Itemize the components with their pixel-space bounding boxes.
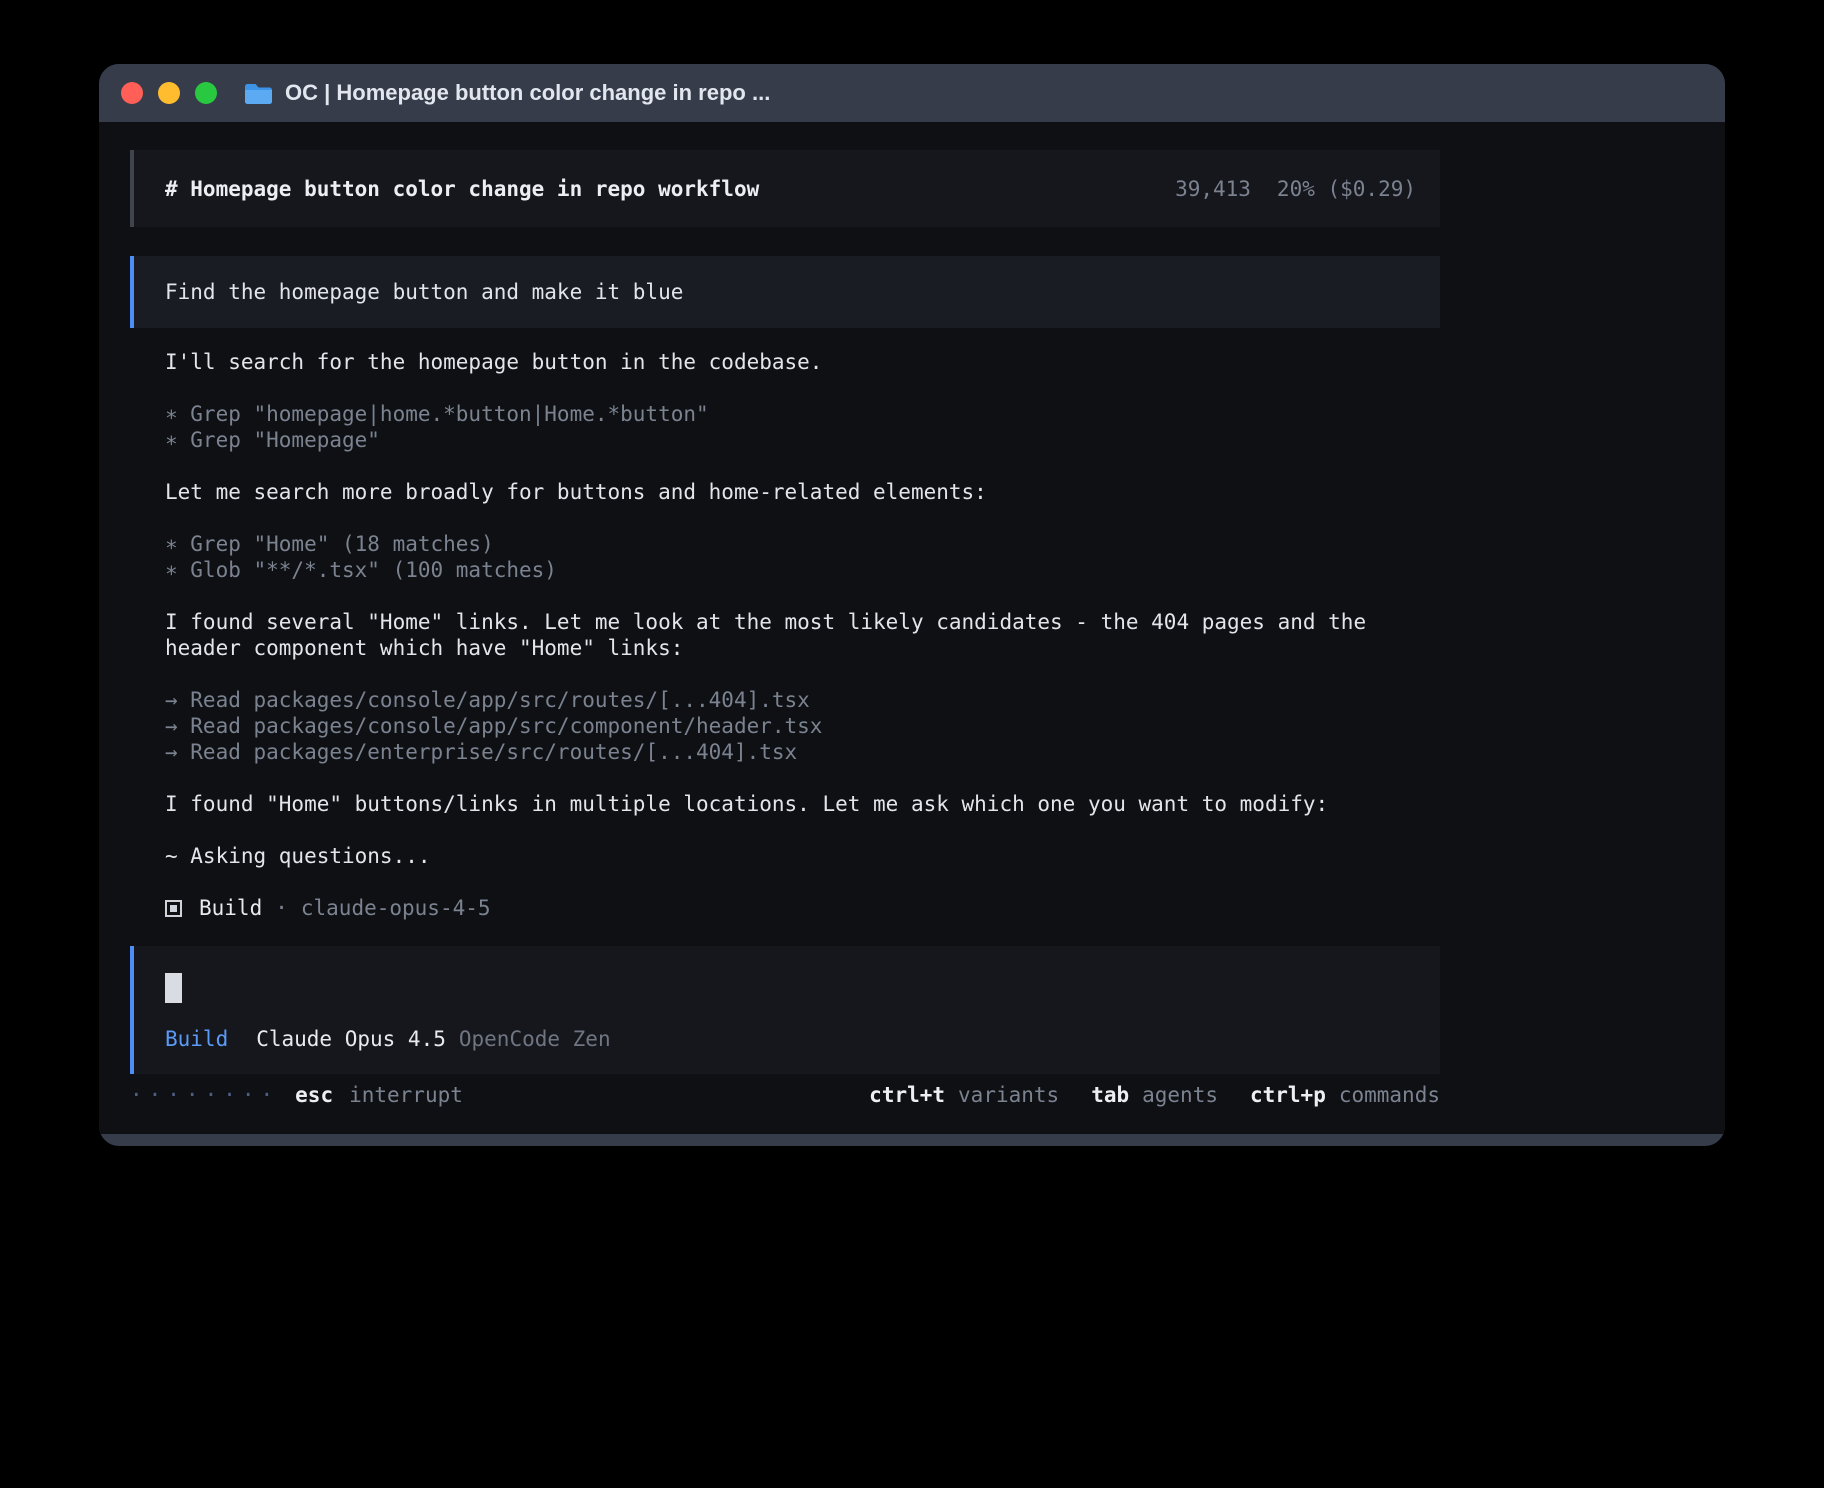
user-message: Find the homepage button and make it blu…: [130, 256, 1440, 328]
tool-call-grep: ∗ Grep "Home" (18 matches): [165, 531, 1440, 557]
assistant-transcript: I'll search for the homepage button in t…: [130, 328, 1440, 946]
model-label: Claude Opus 4.5: [256, 1026, 446, 1052]
status-bar-left: ········ esc interrupt: [130, 1082, 463, 1108]
tool-call-group: → Read packages/console/app/src/routes/[…: [165, 687, 1440, 765]
context-cost: 20% ($0.29): [1277, 176, 1416, 202]
tool-call-read: → Read packages/enterprise/src/routes/[.…: [165, 739, 1440, 765]
close-button[interactable]: [121, 82, 143, 104]
terminal-content[interactable]: # Homepage button color change in repo w…: [99, 122, 1725, 1134]
spinner-dots: ········: [130, 1082, 279, 1108]
token-count: 39,413: [1175, 176, 1251, 202]
minimize-button[interactable]: [158, 82, 180, 104]
agent-name: Build: [199, 895, 262, 921]
text-cursor: [165, 973, 182, 1003]
assistant-paragraph: I'll search for the homepage button in t…: [165, 349, 1425, 375]
esc-hint: interrupt: [349, 1082, 463, 1108]
shortcut-key: tab: [1091, 1082, 1129, 1108]
user-message-text: Find the homepage button and make it blu…: [165, 279, 683, 305]
window-title: OC | Homepage button color change in rep…: [285, 80, 770, 106]
tool-call-read: → Read packages/console/app/src/routes/[…: [165, 687, 1440, 713]
separator-dot: ·: [275, 895, 288, 921]
assistant-paragraph: I found "Home" buttons/links in multiple…: [165, 791, 1425, 817]
shortcut-key: ctrl+t: [869, 1082, 945, 1108]
session-title: # Homepage button color change in repo w…: [165, 176, 759, 202]
working-status: ~ Asking questions...: [165, 843, 1440, 869]
zoom-button[interactable]: [195, 82, 217, 104]
status-bar-right: ctrl+t variants tab agents ctrl+p comman…: [869, 1082, 1440, 1108]
shortcut-label: agents: [1142, 1082, 1218, 1108]
tool-call-group: ∗ Grep "homepage|home.*button|Home.*butt…: [165, 401, 1440, 453]
titlebar[interactable]: OC | Homepage button color change in rep…: [99, 64, 1725, 122]
session-content: # Homepage button color change in repo w…: [130, 150, 1440, 1108]
tool-call-read: → Read packages/console/app/src/componen…: [165, 713, 1440, 739]
prompt-input[interactable]: Build Claude Opus 4.5 OpenCode Zen: [130, 946, 1440, 1074]
shortcut-label: commands: [1339, 1082, 1440, 1108]
assistant-paragraph: I found several "Home" links. Let me loo…: [165, 609, 1425, 661]
tool-call-group: ∗ Grep "Home" (18 matches) ∗ Glob "**/*.…: [165, 531, 1440, 583]
provider-label: OpenCode Zen: [459, 1026, 611, 1052]
status-bar: ········ esc interrupt ctrl+t variants t…: [130, 1082, 1440, 1108]
tool-call-grep: ∗ Grep "homepage|home.*button|Home.*butt…: [165, 401, 1440, 427]
tool-call-glob: ∗ Glob "**/*.tsx" (100 matches): [165, 557, 1440, 583]
shortcut-key: ctrl+p: [1250, 1082, 1326, 1108]
shortcut-commands: ctrl+p commands: [1250, 1082, 1440, 1108]
agent-status-icon: [165, 900, 182, 917]
session-header: # Homepage button color change in repo w…: [130, 150, 1440, 227]
agent-status-line: Build · claude-opus-4-5: [165, 895, 1440, 921]
shortcut-variants: ctrl+t variants: [869, 1082, 1059, 1108]
tool-call-grep: ∗ Grep "Homepage": [165, 427, 1440, 453]
session-stats: 39,413 20% ($0.29): [1175, 176, 1416, 202]
agent-model: claude-opus-4-5: [301, 895, 491, 921]
agent-mode-label: Build: [165, 1026, 228, 1052]
title-group: OC | Homepage button color change in rep…: [245, 80, 770, 106]
assistant-paragraph: Let me search more broadly for buttons a…: [165, 479, 1425, 505]
traffic-lights: [121, 82, 217, 104]
input-status-row: Build Claude Opus 4.5 OpenCode Zen: [165, 1026, 611, 1052]
esc-key: esc: [295, 1082, 333, 1108]
terminal-window: OC | Homepage button color change in rep…: [99, 64, 1725, 1146]
folder-icon: [245, 82, 272, 104]
shortcut-agents: tab agents: [1091, 1082, 1218, 1108]
shortcut-label: variants: [958, 1082, 1059, 1108]
